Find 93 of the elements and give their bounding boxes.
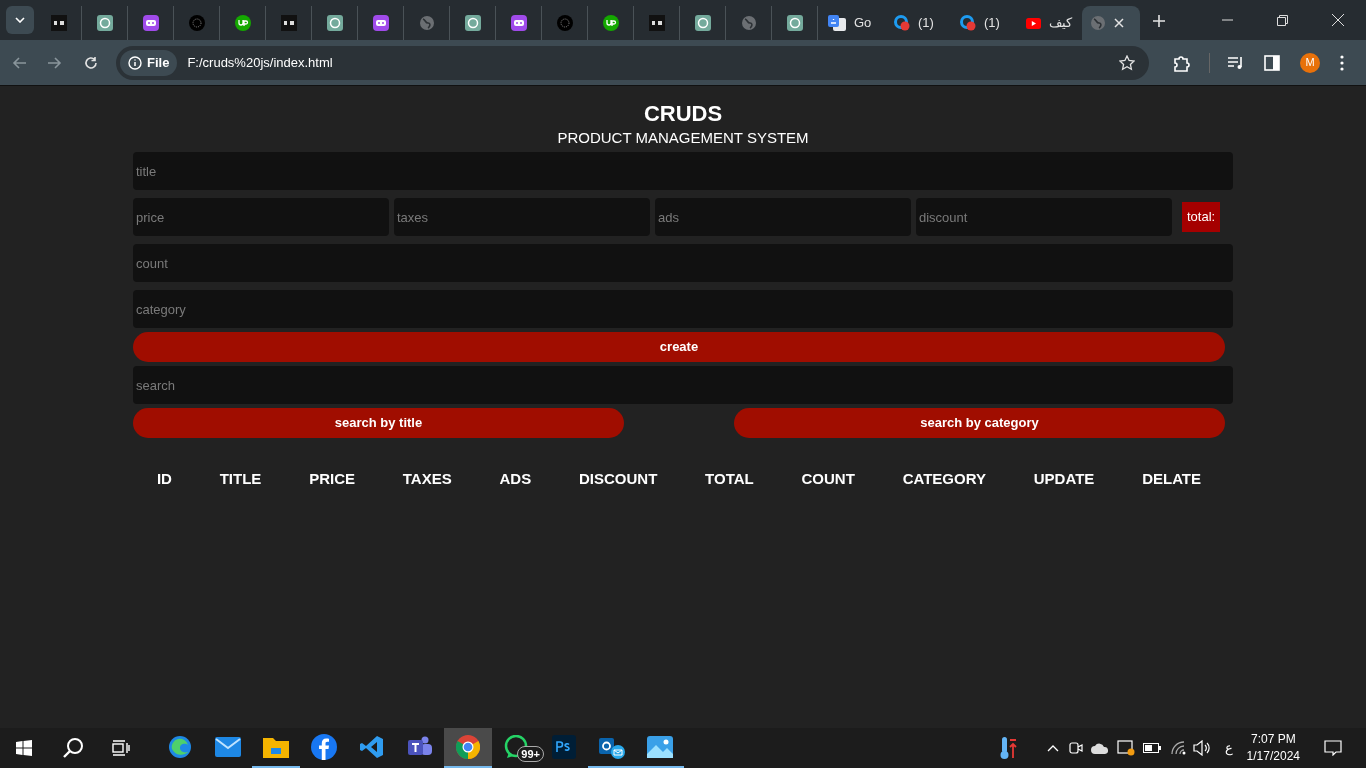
close-icon[interactable]: [1114, 18, 1124, 28]
url-text: F:/cruds%20js/index.html: [187, 53, 334, 72]
column-header: UPDATE: [1033, 469, 1095, 489]
clock[interactable]: 7:07 PM 1/17/2024: [1246, 731, 1300, 765]
folder-icon: [263, 736, 289, 758]
column-header: TAXES: [402, 469, 452, 489]
close-window-icon[interactable]: [1332, 14, 1344, 26]
cost-input[interactable]: price: [133, 198, 389, 236]
create-button[interactable]: create: [133, 332, 1225, 362]
translate-icon: [828, 15, 846, 31]
camera-icon[interactable]: [1068, 740, 1083, 756]
task-view-icon[interactable]: [112, 740, 130, 756]
search-button[interactable]: search by title: [133, 408, 624, 438]
new-tab-icon[interactable]: [1153, 15, 1165, 27]
dotted-sphere-icon: [556, 15, 573, 31]
knot-logo-icon: [786, 15, 803, 31]
mail-app-icon: [599, 735, 625, 759]
input-language[interactable]: ع: [1224, 738, 1233, 758]
browser-tab[interactable]: (1): [884, 6, 950, 40]
code-editor-icon: [360, 735, 384, 759]
knot-logo-icon: [694, 15, 711, 31]
chevron-down-icon: [15, 17, 25, 23]
robot-icon: [372, 15, 389, 31]
circle-logo-icon: [234, 15, 251, 31]
wave-logo-icon: [168, 735, 192, 759]
windows-start-icon[interactable]: [16, 740, 32, 756]
globe-icon: [1090, 15, 1106, 31]
forward-arrow-icon[interactable]: [48, 56, 62, 69]
notification-badge: 99+: [517, 746, 544, 762]
sync-icon[interactable]: [1116, 740, 1135, 756]
globe-icon: [418, 15, 435, 31]
total-label: total:: [1182, 202, 1221, 232]
cloud-icon[interactable]: [1090, 742, 1109, 754]
media-queue-icon[interactable]: [1228, 55, 1244, 70]
thermometer-icon[interactable]: [998, 736, 1019, 760]
facebook-icon: [311, 734, 337, 760]
robot-icon: [142, 15, 159, 31]
info-icon: [128, 55, 142, 70]
speaker-icon[interactable]: [1192, 740, 1211, 756]
category-input[interactable]: category: [133, 290, 1233, 328]
column-header: TOTAL: [705, 469, 754, 489]
knot-logo-icon: [96, 15, 113, 31]
battery-icon[interactable]: [1142, 743, 1161, 753]
site-info-chip[interactable]: File: [120, 49, 178, 76]
column-header: DELATE: [1142, 469, 1202, 489]
notification-logo-icon: [960, 15, 976, 31]
landscape-photo-icon: [647, 736, 673, 758]
knot-logo-icon: [464, 15, 481, 31]
search-icon[interactable]: [62, 737, 84, 759]
globe-icon: [740, 15, 757, 31]
square-logo-icon: [280, 15, 297, 31]
robot-icon: [510, 15, 527, 31]
play-logo-icon: [1026, 16, 1041, 30]
circle-logo-icon: [602, 15, 619, 31]
cost-input[interactable]: discount: [916, 198, 1172, 236]
notification-logo-icon: [894, 15, 910, 31]
column-header: ID: [156, 469, 172, 489]
chevron-up-icon[interactable]: [1046, 744, 1059, 752]
count-input[interactable]: count: [133, 244, 1233, 282]
column-header: COUNT: [801, 469, 855, 489]
column-header: PRICE: [309, 469, 355, 489]
puzzle-icon[interactable]: [1173, 53, 1191, 72]
browser-tab[interactable]: Go: [818, 6, 884, 40]
column-header: DISCOUNT: [578, 469, 658, 489]
square-logo-icon: [50, 15, 67, 31]
reload-icon[interactable]: [84, 55, 98, 70]
star-icon[interactable]: [1119, 54, 1135, 71]
back-arrow-icon[interactable]: [12, 56, 26, 69]
tab-list-button[interactable]: [6, 6, 34, 34]
cost-input[interactable]: ads: [655, 198, 911, 236]
column-header: TITLE: [219, 469, 262, 489]
cost-input[interactable]: taxes: [394, 198, 650, 236]
search-button[interactable]: search by category: [734, 408, 1225, 438]
side-panel-icon[interactable]: [1264, 54, 1280, 71]
knot-logo-icon: [326, 15, 343, 31]
notification-center-icon[interactable]: [1324, 740, 1342, 756]
wifi-icon[interactable]: [1170, 741, 1187, 755]
dotted-sphere-icon: [188, 15, 205, 31]
browser-logo-icon: [456, 735, 480, 759]
page-subtitle: PRODUCT MANAGEMENT SYSTEM: [557, 128, 809, 148]
browser-tab[interactable]: كيف: [1016, 6, 1082, 40]
envelope-icon: [215, 737, 241, 757]
page-title: CRUDS: [643, 100, 723, 128]
more-menu-icon[interactable]: [1340, 54, 1344, 71]
title-input[interactable]: title: [133, 152, 1233, 190]
search-input[interactable]: search: [133, 366, 1233, 404]
column-header: ADS: [499, 469, 532, 489]
square-logo-icon: [648, 15, 665, 31]
restore-icon[interactable]: [1277, 14, 1288, 26]
column-header: CATEGORY: [902, 469, 986, 489]
image-editor-icon: [552, 735, 576, 759]
address-bar[interactable]: File F:/cruds%20js/index.html: [116, 45, 1149, 80]
browser-tab[interactable]: (1): [950, 6, 1016, 40]
